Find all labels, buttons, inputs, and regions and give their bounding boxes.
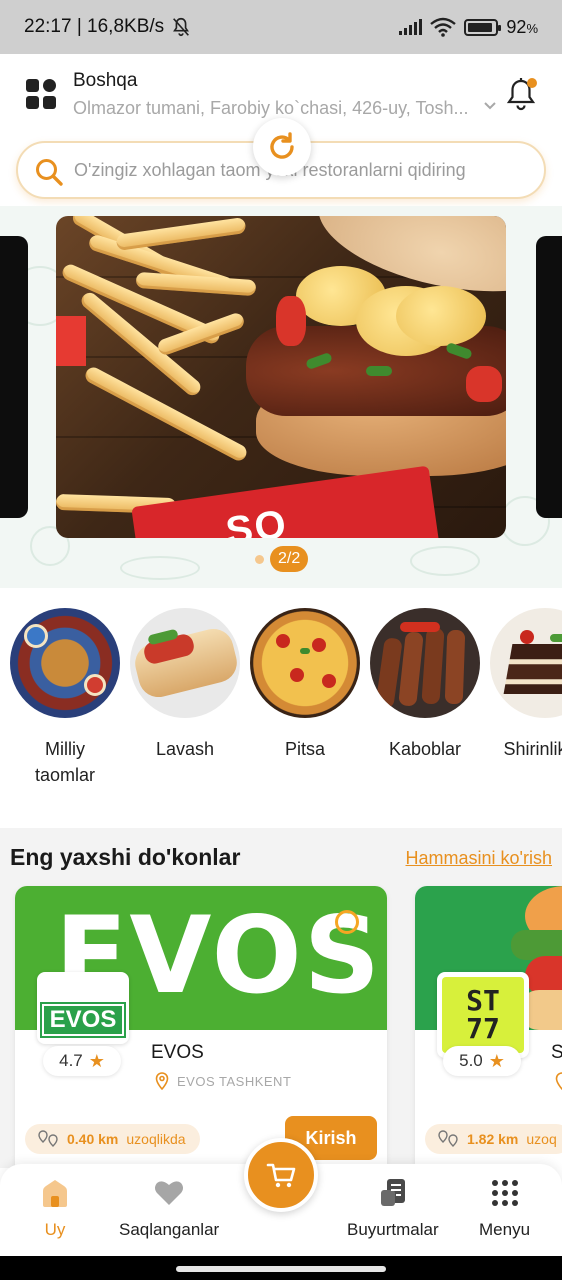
category-label: Pitsa xyxy=(284,739,326,759)
cart-icon xyxy=(266,1163,296,1188)
nav-item-menu[interactable]: Menyu xyxy=(479,1176,530,1240)
kebab-skewer-icon xyxy=(370,608,480,718)
rating-value: 4.7 xyxy=(59,1051,83,1070)
rating-value: 5.0 xyxy=(459,1051,483,1070)
category-label: Kaboblar xyxy=(388,739,462,759)
chevron-down-icon[interactable] xyxy=(482,98,498,114)
nav-item-home[interactable]: Uy xyxy=(38,1176,72,1240)
see-all-link[interactable]: Hammasini ko'rish xyxy=(406,848,552,869)
category-label: Shirinliklar xyxy=(503,739,562,759)
rating-badge: 5.0 ★ xyxy=(443,1046,521,1076)
distance-badge: 0.40 km uzoqlikda xyxy=(25,1124,200,1154)
category-label: Lavash xyxy=(155,739,215,759)
carousel-indicator: 2/2 xyxy=(255,546,309,572)
nav-label: Menyu xyxy=(479,1220,531,1239)
shop-card-st77[interactable]: ST 77 5.0 ★ S 1.82 km uzoq xyxy=(415,886,562,1168)
refresh-button[interactable] xyxy=(253,118,311,176)
address-title[interactable]: Boshqa xyxy=(73,70,137,92)
promo-banner-carousel[interactable]: SO xyxy=(0,206,562,588)
refresh-icon xyxy=(270,132,294,159)
category-item-kaboblar[interactable]: Kaboblar xyxy=(369,608,481,762)
nav-label: Buyurtmalar xyxy=(347,1220,439,1239)
battery-icon xyxy=(464,18,502,36)
cart-button[interactable] xyxy=(244,1138,318,1212)
rating-badge: 4.7 ★ xyxy=(43,1046,121,1076)
lavash-wrap-icon xyxy=(130,608,240,718)
location-pin-icon xyxy=(555,1072,562,1090)
banner-next-card[interactable] xyxy=(536,236,562,518)
banner-prev-card[interactable] xyxy=(0,236,28,518)
distance-badge: 1.82 km uzoq xyxy=(425,1124,562,1154)
shop-location: EVOS TASHKENT xyxy=(155,1072,291,1090)
search-icon xyxy=(36,159,63,186)
shop-logo-text: EVOS xyxy=(40,1002,126,1038)
notification-badge xyxy=(527,78,537,88)
shop-logo-line1: ST xyxy=(466,984,500,1017)
carousel-dot xyxy=(255,554,264,564)
promo-banner-image[interactable]: SO xyxy=(56,216,506,538)
category-item-milliy-taomlar[interactable]: Milliy taomlar xyxy=(9,608,121,788)
category-item-shirinliklar[interactable]: Shirinliklar xyxy=(489,608,562,762)
route-pins-icon xyxy=(38,1130,58,1147)
category-label: Milliy taomlar xyxy=(34,739,96,785)
shop-name: EVOS xyxy=(151,1042,204,1063)
shop-location xyxy=(555,1072,562,1090)
category-item-pitsa[interactable]: Pitsa xyxy=(249,608,361,762)
battery-percent: 92 xyxy=(506,16,527,37)
home-gesture-bar[interactable] xyxy=(176,1266,386,1272)
star-icon: ★ xyxy=(88,1050,105,1071)
distance-suffix: uzoq xyxy=(526,1131,557,1147)
route-pins-icon xyxy=(438,1130,458,1147)
location-pin-icon xyxy=(155,1072,169,1090)
categories-grid-icon[interactable] xyxy=(26,79,56,109)
cake-icon xyxy=(490,608,562,718)
battery-unit: % xyxy=(526,20,538,36)
category-list: Milliy taomlar Lavash Pitsa Kaboblar Shi… xyxy=(0,588,562,828)
shop-location-text: EVOS TASHKENT xyxy=(177,1073,292,1089)
nav-item-saved[interactable]: Saqlanganlar xyxy=(119,1176,219,1240)
best-shops-section: Eng yaxshi do'konlar Hammasini ko'rish E… xyxy=(0,828,562,1168)
section-title: Eng yaxshi do'konlar xyxy=(10,844,241,870)
distance-suffix: uzoqlikda xyxy=(126,1131,186,1147)
distance-value: 1.82 km xyxy=(467,1131,519,1147)
shop-logo-line2: 77 xyxy=(466,1012,500,1045)
category-item-lavash[interactable]: Lavash xyxy=(129,608,241,762)
status-bar: 22:17 | 16,8KB/s 92% xyxy=(0,0,562,54)
shop-name: S xyxy=(551,1042,562,1063)
shop-logo: EVOS xyxy=(37,972,129,1044)
orders-icon xyxy=(380,1179,405,1206)
nav-item-orders[interactable]: Buyurtmalar xyxy=(347,1176,439,1240)
star-icon: ★ xyxy=(488,1050,505,1071)
wifi-icon xyxy=(430,17,457,37)
registered-mark-icon: R xyxy=(335,910,359,934)
menu-dots-icon xyxy=(491,1180,518,1206)
pizza-icon xyxy=(250,608,360,718)
app-screen: 22:17 | 16,8KB/s 92% Boshqa Olmazor tuma… xyxy=(0,0,562,1280)
home-icon xyxy=(43,1180,67,1207)
heart-icon xyxy=(155,1181,184,1205)
distance-value: 0.40 km xyxy=(67,1131,119,1147)
nav-label: Saqlanganlar xyxy=(119,1220,220,1239)
carousel-page-badge: 2/2 xyxy=(270,546,309,572)
address-text[interactable]: Olmazor tumani, Farobiy ko`chasi, 426-uy… xyxy=(73,98,473,119)
shop-card-evos[interactable]: EVOS R EVOS 4.7 ★ EVOS EVOS TASHKENT 0.4… xyxy=(15,886,387,1168)
status-time-speed: 22:17 | 16,8KB/s xyxy=(24,16,165,37)
bell-off-icon xyxy=(173,17,190,37)
signal-icon xyxy=(399,19,423,35)
nav-label: Uy xyxy=(44,1220,66,1239)
plov-dish-icon xyxy=(10,608,120,718)
